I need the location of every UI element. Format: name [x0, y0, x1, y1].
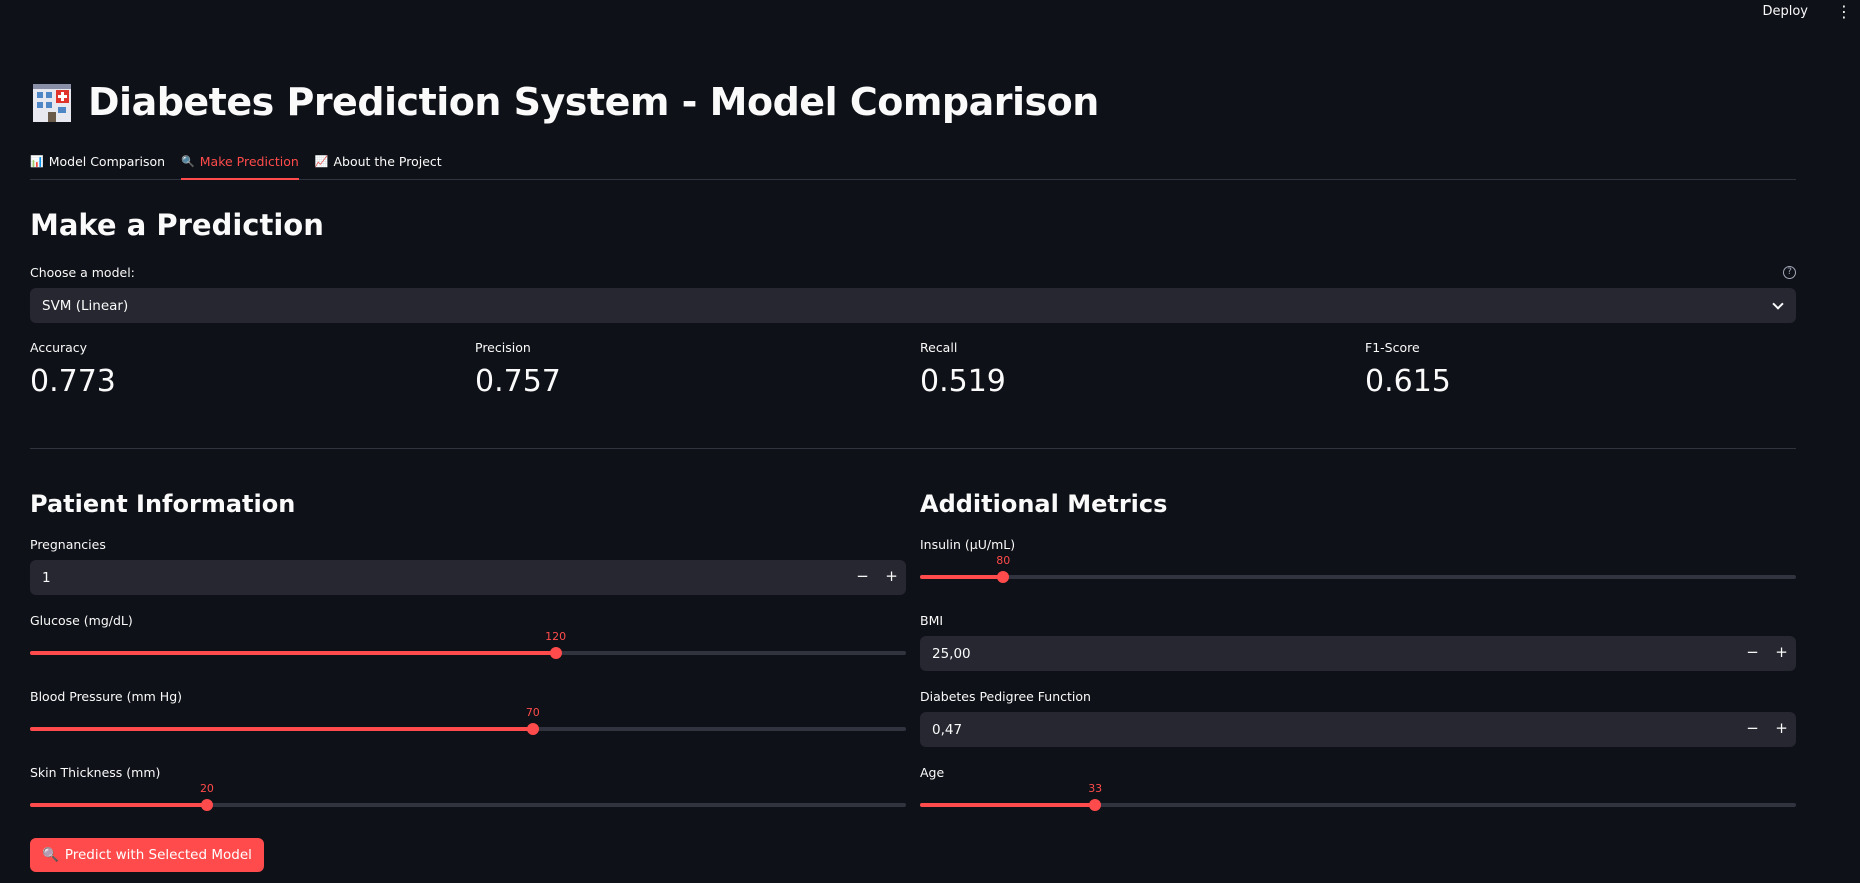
metric-recall: Recall 0.519 [920, 340, 1006, 399]
metric-label: Precision [475, 340, 531, 355]
pregnancies-input[interactable]: 1 − + [30, 560, 906, 595]
tab-model-comparison[interactable]: 📊 Model Comparison [30, 150, 165, 180]
model-select[interactable]: SVM (Linear) [30, 288, 1796, 323]
tab-bar: 📊 Model Comparison 🔍 Make Prediction 📈 A… [30, 150, 1796, 180]
skin-thickness-label: Skin Thickness (mm) [30, 765, 161, 780]
predict-button-label: Predict with Selected Model [64, 847, 252, 863]
help-icon[interactable]: ? [1783, 266, 1796, 279]
slider-thumb[interactable] [1089, 799, 1102, 811]
dpf-label: Diabetes Pedigree Function [920, 689, 1091, 704]
metric-value: 0.773 [30, 364, 116, 399]
tab-label: Model Comparison [48, 154, 166, 169]
tab-label: About the Project [333, 154, 442, 169]
slider-fill [920, 575, 1004, 579]
bmi-value[interactable]: 25,00 [932, 646, 1738, 662]
slider-value: 120 [545, 630, 567, 643]
bar-chart-icon: 📊 [30, 155, 44, 168]
skin-thickness-slider[interactable]: 20 [30, 782, 906, 818]
slider-value: 33 [1088, 782, 1103, 795]
bmi-label: BMI [920, 613, 944, 628]
metric-accuracy: Accuracy 0.773 [30, 340, 116, 399]
top-bar: Deploy ⋮ [0, 0, 1860, 28]
minus-icon[interactable]: − [1738, 712, 1767, 747]
age-label: Age [920, 765, 945, 780]
glucose-label: Glucose (mg/dL) [30, 613, 133, 628]
metric-precision: Precision 0.757 [475, 340, 561, 399]
main-menu-icon[interactable]: ⋮ [1836, 4, 1852, 20]
age-slider[interactable]: 33 [920, 782, 1796, 818]
plus-icon[interactable]: + [877, 560, 906, 595]
patient-info-title: Patient Information [30, 490, 296, 518]
slider-fill [30, 651, 556, 655]
slider-value: 20 [199, 782, 214, 795]
magnifier-icon: 🔍 [42, 847, 59, 863]
deploy-button[interactable]: Deploy [1762, 4, 1808, 19]
divider [30, 448, 1796, 449]
magnifier-icon: 🔍 [181, 155, 195, 168]
hospital-icon [33, 84, 71, 122]
pregnancies-label: Pregnancies [30, 537, 106, 552]
glucose-slider[interactable]: 120 [30, 630, 906, 666]
metric-value: 0.519 [920, 364, 1006, 399]
metric-label: F1-Score [1365, 340, 1420, 355]
page-title-row: Diabetes Prediction System - Model Compa… [30, 80, 1099, 124]
section-title: Make a Prediction [30, 208, 324, 242]
insulin-label: Insulin (μU/mL) [920, 537, 1016, 552]
page-title: Diabetes Prediction System - Model Compa… [88, 80, 1099, 124]
metric-label: Recall [920, 340, 958, 355]
minus-icon[interactable]: − [1738, 636, 1767, 671]
metric-f1-score: F1-Score 0.615 [1365, 340, 1451, 399]
dpf-input[interactable]: 0,47 − + [920, 712, 1796, 747]
slider-track[interactable] [920, 575, 1796, 579]
slider-value: 70 [525, 706, 540, 719]
plus-icon[interactable]: + [1767, 636, 1796, 671]
slider-value: 80 [996, 554, 1011, 567]
tab-make-prediction[interactable]: 🔍 Make Prediction [181, 150, 299, 180]
slider-thumb[interactable] [549, 647, 562, 659]
slider-thumb[interactable] [200, 799, 213, 811]
slider-thumb[interactable] [526, 723, 539, 735]
blood-pressure-label: Blood Pressure (mm Hg) [30, 689, 183, 704]
slider-fill [30, 803, 207, 807]
blood-pressure-slider[interactable]: 70 [30, 706, 906, 742]
tab-label: Make Prediction [199, 154, 299, 169]
chevron-down-icon [1772, 297, 1784, 310]
dpf-value[interactable]: 0,47 [932, 722, 1738, 738]
metric-value: 0.757 [475, 364, 561, 399]
model-select-value: SVM (Linear) [42, 297, 129, 314]
insulin-slider[interactable]: 80 [920, 554, 1796, 590]
bmi-input[interactable]: 25,00 − + [920, 636, 1796, 671]
pregnancies-value[interactable]: 1 [42, 570, 848, 586]
plus-icon[interactable]: + [1767, 712, 1796, 747]
metric-value: 0.615 [1365, 364, 1451, 399]
minus-icon[interactable]: − [848, 560, 877, 595]
trend-chart-icon: 📈 [314, 155, 329, 168]
slider-fill [30, 727, 533, 731]
slider-thumb[interactable] [997, 571, 1010, 583]
predict-button[interactable]: 🔍 Predict with Selected Model [30, 838, 264, 872]
additional-metrics-title: Additional Metrics [920, 490, 1168, 518]
metric-label: Accuracy [30, 340, 88, 355]
slider-fill [920, 803, 1096, 807]
model-select-label: Choose a model: [30, 265, 135, 280]
tab-about-the-project[interactable]: 📈 About the Project [315, 150, 442, 180]
